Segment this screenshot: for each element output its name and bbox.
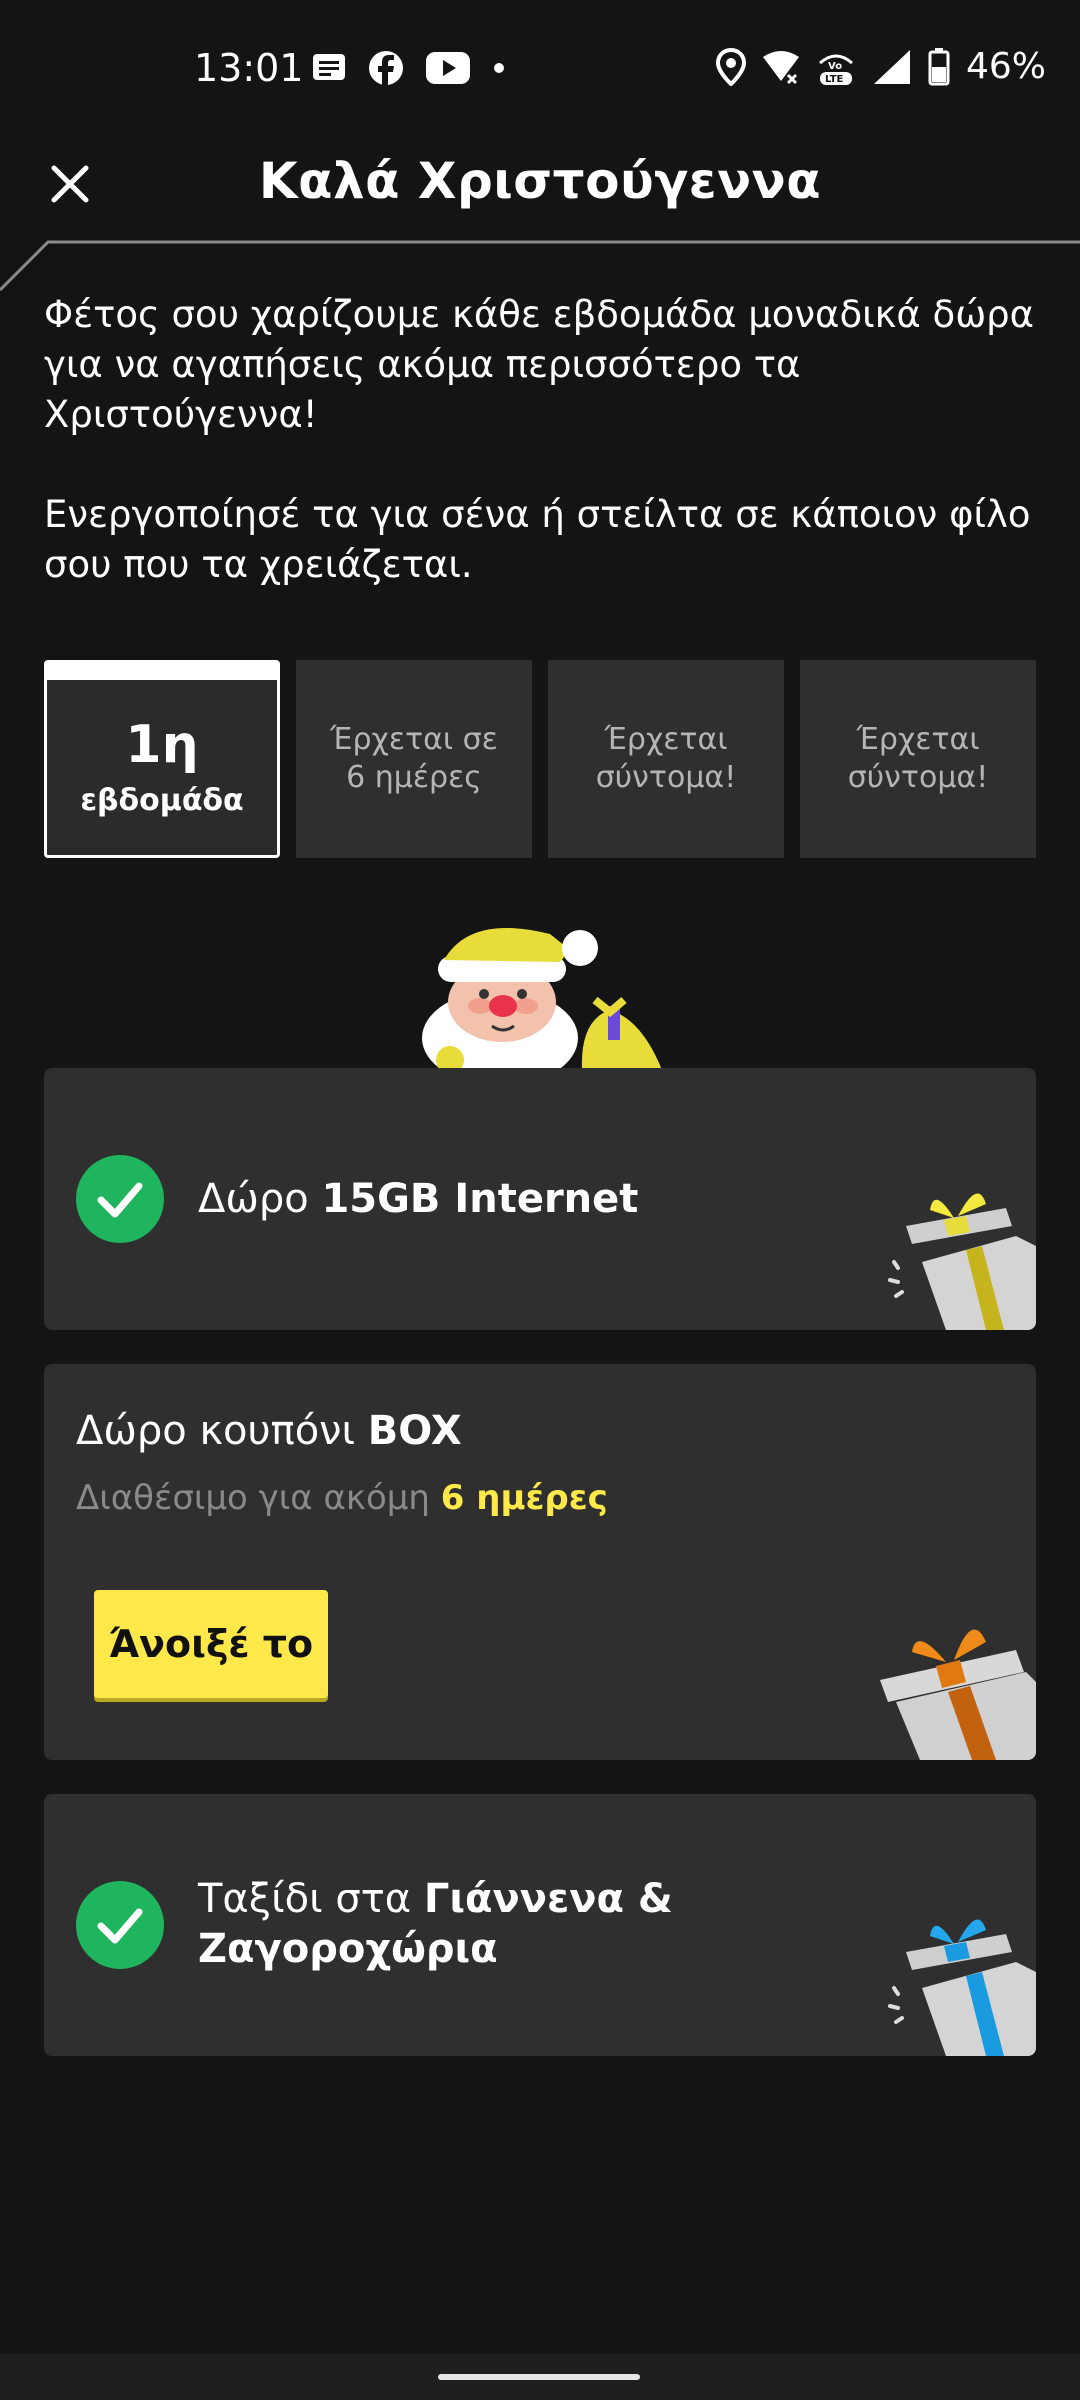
gift-internet-prefix: Δώρο (198, 1176, 322, 1222)
gesture-handle[interactable] (438, 2374, 640, 2380)
svg-text:Vo: Vo (828, 61, 842, 72)
tab-week-2[interactable]: Έρχεται σε 6 ημέρες (296, 660, 532, 858)
dot-icon (494, 63, 504, 73)
intro-paragraph-1: Φέτος σου χαρίζουμε κάθε εβδομάδα μοναδι… (44, 293, 1035, 436)
signal-icon (873, 49, 910, 84)
santa-illustration (422, 927, 662, 1070)
location-icon (715, 47, 746, 86)
volte-icon: Vo LTE (818, 54, 853, 85)
tab-week-2-label: Έρχεται σε 6 ημέρες (330, 722, 498, 795)
svg-text:LTE: LTE (825, 74, 844, 85)
gift-trip-prefix: Ταξίδι στα (198, 1876, 424, 1922)
status-time: 13:01 (194, 46, 304, 90)
tab-week-1-number: 1η (125, 714, 199, 775)
tab-week-4-label: Έρχεται σύντομα! (847, 722, 989, 795)
coupon-availability: Διαθέσιμο για ακόμη 6 ημέρες (76, 1478, 608, 1518)
system-icons: Vo LTE 46% (715, 46, 1046, 87)
page-title: Καλά Χριστούγεννα (258, 152, 822, 210)
tab-week-1[interactable]: 1η εβδομάδα (44, 660, 280, 858)
intro-paragraph-2: Ενεργοποίησέ τα για σένα ή στείλτα σε κά… (44, 493, 1031, 586)
tab-week-3-label: Έρχεται σύντομα! (595, 722, 737, 795)
gift-box-blue-icon (888, 1919, 1036, 2056)
battery-percent: 46% (965, 46, 1046, 87)
coupon-title-brand: BOX (367, 1408, 462, 1454)
intro-text: Φέτος σου χαρίζουμε κάθε εβδομάδα μοναδι… (44, 290, 1044, 590)
gift-trip-destination-1: Γιάννενα & (423, 1876, 673, 1922)
gift-internet-text: Δώρο 15GB Internet (198, 1174, 638, 1224)
gift-card-trip[interactable]: Ταξίδι στα Γιάννενα & Ζαγοροχώρια (44, 1794, 1036, 2056)
wifi-icon (762, 50, 799, 84)
tab-week-4[interactable]: Έρχεται σύντομα! (800, 660, 1036, 858)
week-tabs: 1η εβδομάδα Έρχεται σε 6 ημέρες Έρχεται … (44, 660, 1036, 858)
youtube-icon (426, 52, 470, 84)
gift-internet-value: 15GB Internet (321, 1176, 639, 1222)
battery-icon (928, 47, 950, 85)
coupon-title-prefix: Δώρο κουπόνι (76, 1408, 368, 1454)
coupon-days-left: 6 ημέρες (440, 1478, 608, 1518)
tab-week-3[interactable]: Έρχεται σύντομα! (548, 660, 784, 858)
gift-trip-destination-2: Ζαγοροχώρια (198, 1926, 498, 1972)
coupon-availability-prefix: Διαθέσιμο για ακόμη (76, 1478, 441, 1518)
header-divider (0, 240, 1080, 292)
check-icon (76, 1155, 164, 1243)
navigation-bar (0, 2354, 1080, 2400)
gift-box-orange-icon (880, 1629, 1036, 1760)
check-icon (76, 1881, 164, 1969)
message-icon (313, 54, 345, 80)
status-bar: 13:01 Vo LTE 46% (0, 0, 1080, 142)
gift-card-coupon: Δώρο κουπόνι BOX Διαθέσιμο για ακόμη 6 η… (44, 1364, 1036, 1760)
coupon-title: Δώρο κουπόνι BOX (76, 1408, 462, 1454)
gift-box-yellow-icon (888, 1193, 1036, 1330)
gift-trip-text: Ταξίδι στα Γιάννενα & Ζαγοροχώρια (198, 1874, 673, 1974)
facebook-icon (369, 51, 403, 86)
open-gift-button[interactable]: Άνοιξέ το (94, 1590, 328, 1698)
gift-card-internet[interactable]: Δώρο 15GB Internet (44, 1068, 1036, 1330)
tab-week-1-label: εβδομάδα (80, 782, 244, 818)
notification-icons (312, 50, 506, 86)
